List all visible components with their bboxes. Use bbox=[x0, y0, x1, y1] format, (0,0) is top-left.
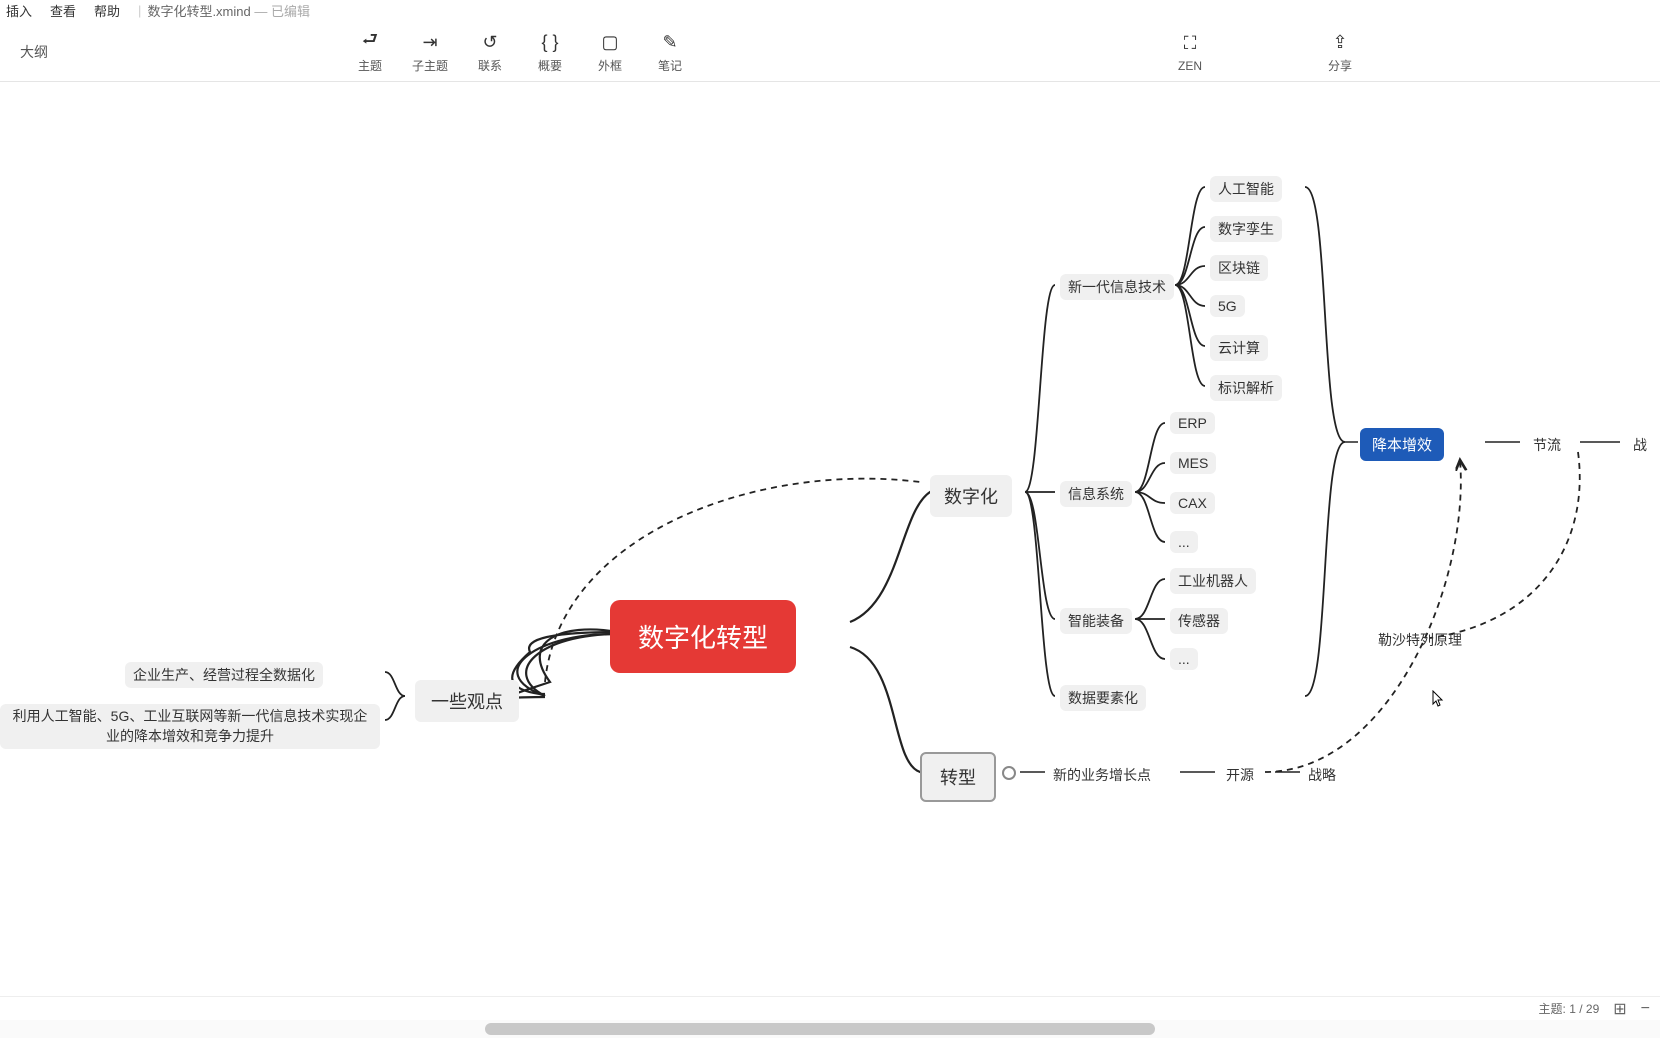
relation-icon: ↺ bbox=[460, 29, 520, 55]
node-digital[interactable]: 数字化 bbox=[930, 475, 1012, 517]
scrollbar-thumb[interactable] bbox=[485, 1023, 1155, 1035]
node-kaiyuan[interactable]: 开源 bbox=[1218, 762, 1262, 788]
node-s1[interactable]: ERP bbox=[1170, 412, 1215, 434]
toolbar: 大纲 ⮐主题 ⇥子主题 ↺联系 { }概要 ▢外框 ✎笔记 ⛶ZEN ⇪分享 bbox=[0, 22, 1660, 82]
cursor-icon bbox=[1432, 690, 1444, 708]
node-dataelem[interactable]: 数据要素化 bbox=[1060, 685, 1146, 711]
node-root[interactable]: 数字化转型 bbox=[610, 600, 796, 673]
node-cost[interactable]: 降本增效 bbox=[1360, 428, 1444, 461]
node-t3[interactable]: 区块链 bbox=[1210, 255, 1268, 281]
tool-summary[interactable]: { }概要 bbox=[520, 29, 580, 74]
menubar: 插入 查看 帮助 | 数字化转型.xmind — 已编辑 bbox=[0, 0, 1660, 22]
node-v1[interactable]: 企业生产、经营过程全数据化 bbox=[125, 662, 323, 688]
collapse-toggle[interactable] bbox=[1002, 766, 1016, 780]
tool-topic[interactable]: ⮐主题 bbox=[340, 29, 400, 74]
tool-note[interactable]: ✎笔记 bbox=[640, 29, 700, 74]
summary-icon: { } bbox=[520, 29, 580, 55]
node-e2[interactable]: 传感器 bbox=[1170, 608, 1228, 634]
node-s4[interactable]: ... bbox=[1170, 531, 1198, 553]
note-icon: ✎ bbox=[640, 29, 700, 55]
menu-view[interactable]: 查看 bbox=[50, 1, 76, 20]
node-jieliu[interactable]: 节流 bbox=[1525, 432, 1569, 458]
map-icon[interactable]: ⊞ bbox=[1613, 999, 1626, 1019]
tool-relation[interactable]: ↺联系 bbox=[460, 29, 520, 74]
outline-tab[interactable]: 大纲 bbox=[20, 42, 48, 62]
node-t6[interactable]: 标识解析 bbox=[1210, 375, 1282, 401]
node-smarteq[interactable]: 智能装备 bbox=[1060, 608, 1132, 634]
node-t2[interactable]: 数字孪生 bbox=[1210, 216, 1282, 242]
file-state: — 已编辑 bbox=[254, 1, 310, 20]
topic-icon: ⮐ bbox=[340, 29, 400, 55]
node-newbiz[interactable]: 新的业务增长点 bbox=[1045, 762, 1159, 788]
tool-zen[interactable]: ⛶ZEN bbox=[1160, 31, 1220, 73]
node-views[interactable]: 一些观点 bbox=[415, 680, 519, 722]
node-zhan[interactable]: 战 bbox=[1625, 432, 1655, 458]
statusbar: 主题: 1 / 29 ⊞ − bbox=[0, 996, 1660, 1020]
share-icon: ⇪ bbox=[1310, 29, 1370, 55]
tool-subtopic[interactable]: ⇥子主题 bbox=[400, 29, 460, 74]
node-t4[interactable]: 5G bbox=[1210, 295, 1245, 317]
node-v2[interactable]: 利用人工智能、5G、工业互联网等新一代信息技术实现企业的降本增效和竞争力提升 bbox=[0, 704, 380, 749]
node-t5[interactable]: 云计算 bbox=[1210, 335, 1268, 361]
scrollbar-horizontal[interactable] bbox=[0, 1020, 1660, 1038]
subtopic-icon: ⇥ bbox=[400, 29, 460, 55]
node-e3[interactable]: ... bbox=[1170, 648, 1198, 670]
node-zhanlue[interactable]: 战略 bbox=[1300, 762, 1344, 788]
tool-share[interactable]: ⇪分享 bbox=[1310, 29, 1370, 74]
node-s3[interactable]: CAX bbox=[1170, 492, 1215, 514]
status-topic: 主题: 1 / 29 bbox=[1539, 1000, 1600, 1017]
node-principle[interactable]: 勒沙特列原理 bbox=[1370, 627, 1470, 653]
boundary-icon: ▢ bbox=[580, 29, 640, 55]
node-newtech[interactable]: 新一代信息技术 bbox=[1060, 274, 1174, 300]
tool-boundary[interactable]: ▢外框 bbox=[580, 29, 640, 74]
file-name: 数字化转型.xmind bbox=[147, 1, 250, 20]
menu-help[interactable]: 帮助 bbox=[94, 1, 120, 20]
node-transform[interactable]: 转型 bbox=[920, 752, 996, 802]
node-t1[interactable]: 人工智能 bbox=[1210, 176, 1282, 202]
separator: | bbox=[138, 3, 141, 18]
canvas[interactable]: 数字化转型 一些观点 企业生产、经营过程全数据化 利用人工智能、5G、工业互联网… bbox=[0, 82, 1660, 998]
zen-icon: ⛶ bbox=[1160, 31, 1220, 57]
node-e1[interactable]: 工业机器人 bbox=[1170, 568, 1256, 594]
node-s2[interactable]: MES bbox=[1170, 452, 1216, 474]
zoom-out[interactable]: − bbox=[1641, 1000, 1650, 1018]
menu-insert[interactable]: 插入 bbox=[6, 1, 32, 20]
node-infosys[interactable]: 信息系统 bbox=[1060, 481, 1132, 507]
